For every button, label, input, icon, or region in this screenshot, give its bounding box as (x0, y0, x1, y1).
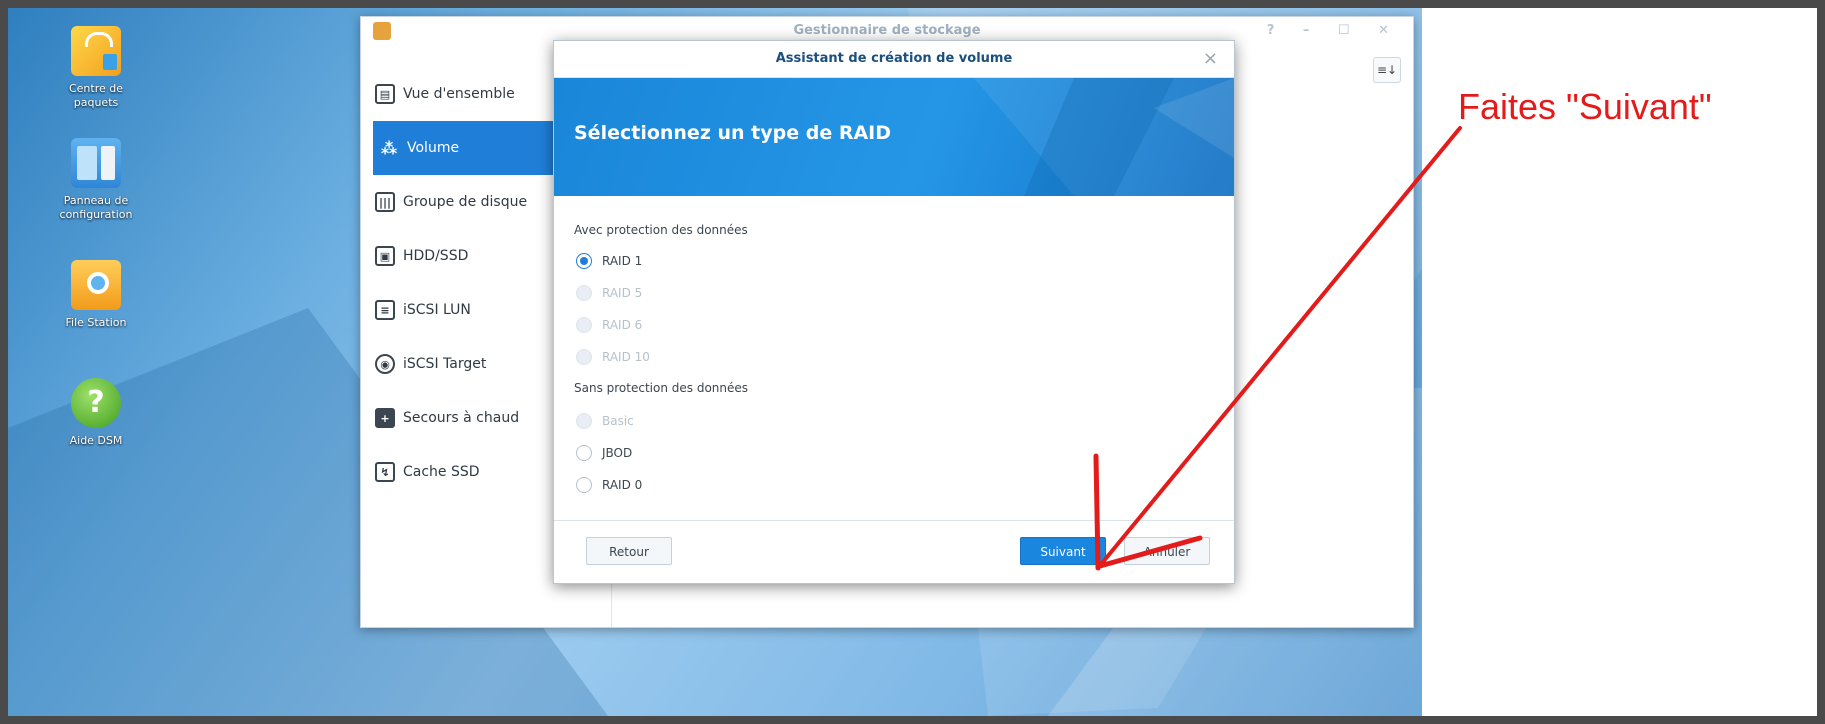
annotation-arrow-vertical (1093, 453, 1101, 571)
annotation-arrow-head (1097, 535, 1203, 569)
screenshot-frame: Centre de paquets Panneau de configurati… (8, 8, 1817, 716)
annotation-arrows (1093, 126, 1462, 571)
annotation-arrow-diagonal (1096, 126, 1462, 570)
